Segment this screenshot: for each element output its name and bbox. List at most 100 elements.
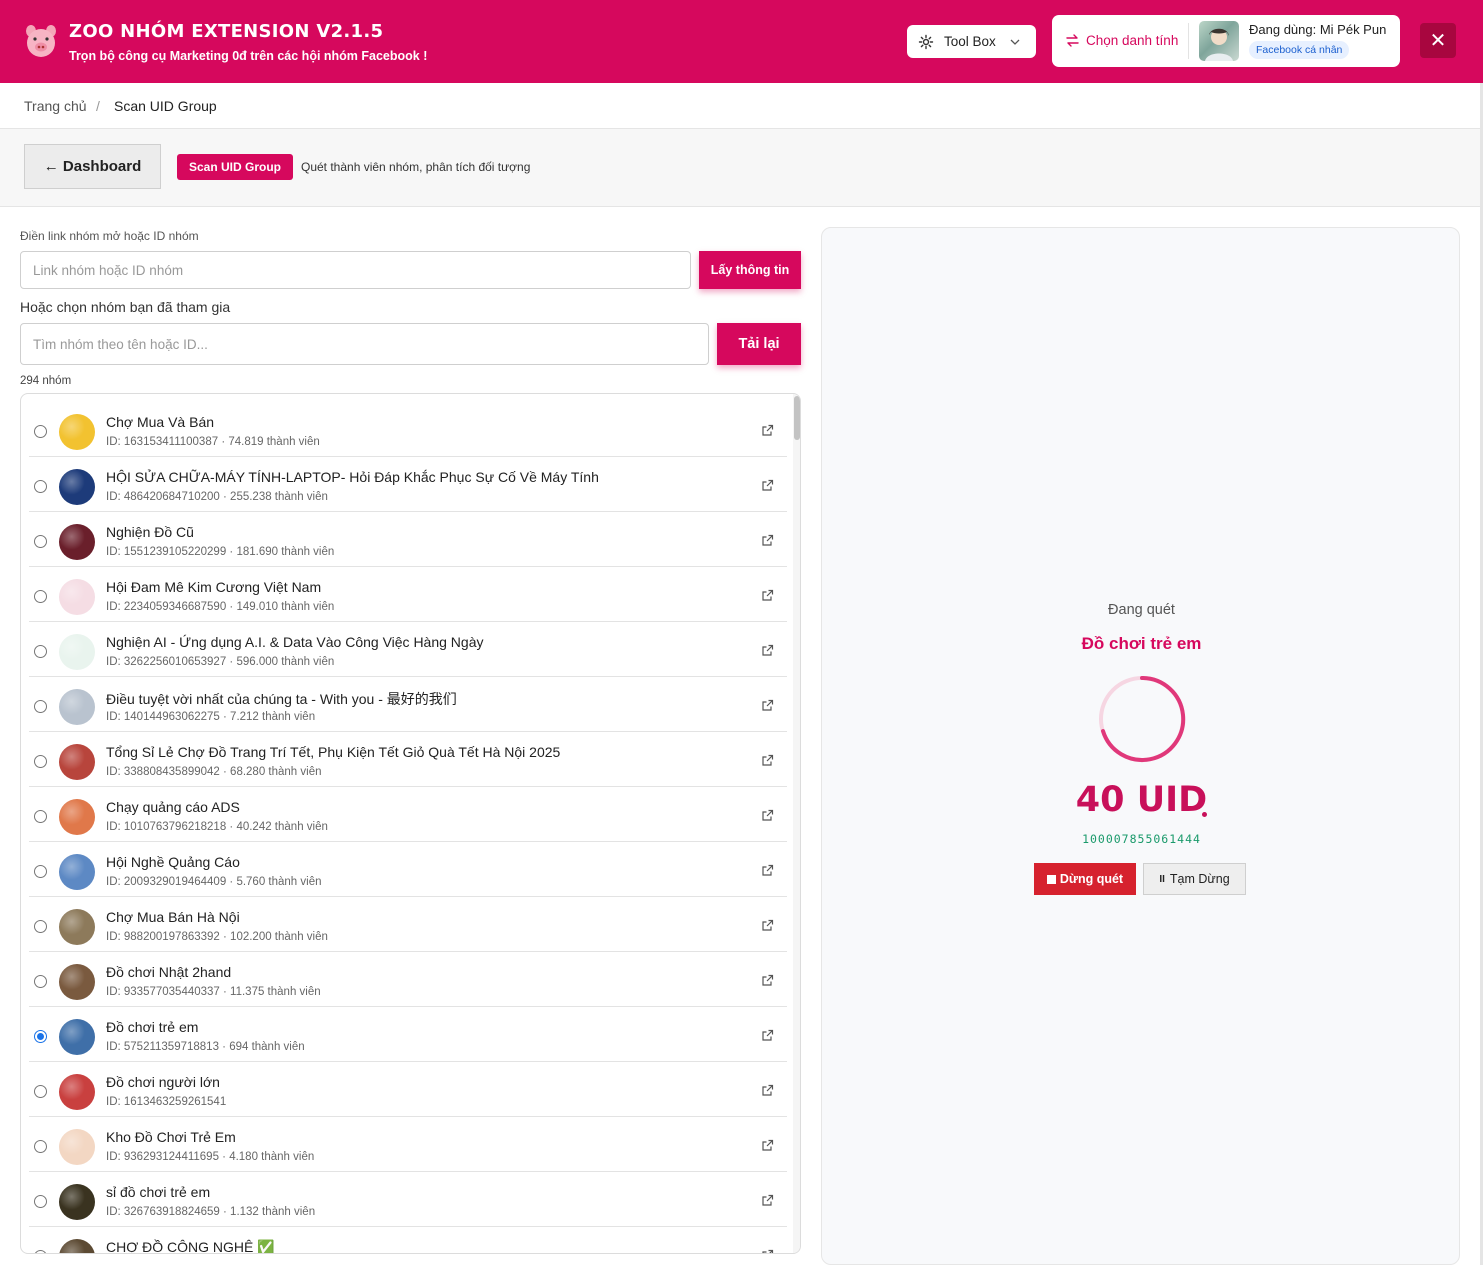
breadcrumb: Trang chủ / Scan UID Group (0, 83, 1480, 129)
group-row[interactable]: Đồ chơi Nhật 2hand ID: 933577035440337 · … (29, 952, 787, 1007)
group-radio[interactable] (34, 535, 47, 548)
group-row[interactable]: Kho Đồ Chơi Trẻ Em ID: 936293124411695 · … (29, 1117, 787, 1172)
group-name: Hội Nghề Quảng Cáo (106, 854, 240, 870)
group-row[interactable]: Chợ Mua Bán Hà Nội ID: 988200197863392 · … (29, 897, 787, 952)
current-user: Đang dùng: Mi Pék Pun (1249, 22, 1387, 37)
group-name: Chợ Mua Và Bán (106, 414, 215, 430)
external-link-icon[interactable] (761, 479, 774, 492)
group-name: Nghiện AI - Ứng dụng A.I. & Data Vào Côn… (106, 634, 484, 650)
external-link-icon[interactable] (761, 1249, 774, 1254)
group-link-input[interactable]: Link nhóm hoặc ID nhóm (20, 251, 691, 289)
group-meta: ID: 1551239105220299 · 181.690 thành viê… (106, 546, 335, 558)
external-link-icon[interactable] (761, 809, 774, 822)
swap-icon (1066, 34, 1079, 47)
group-radio[interactable] (34, 645, 47, 658)
group-row[interactable]: Đồ chơi người lớn ID: 1613463259261541 (29, 1062, 787, 1117)
group-search-placeholder: Tìm nhóm theo tên hoặc ID... (33, 336, 208, 352)
group-name: Đồ chơi trẻ em (106, 1019, 199, 1035)
scrollbar[interactable] (793, 394, 800, 1253)
group-radio[interactable] (34, 755, 47, 768)
group-row[interactable]: Chạy quảng cáo ADS ID: 1010763796218218 ·… (29, 787, 787, 842)
group-meta: ID: 326763918824659 · 1.132 thành viên (106, 1206, 316, 1218)
group-row[interactable]: Chợ Mua Và Bán ID: 163153411100387 · 74.8… (29, 402, 787, 457)
group-row[interactable]: CHỢ ĐỒ CÔNG NGHỆ ✅ (29, 1227, 787, 1254)
group-avatar (59, 524, 95, 560)
external-link-icon[interactable] (761, 699, 774, 712)
group-avatar (59, 854, 95, 890)
choose-identity-button[interactable]: Chọn danh tính (1086, 33, 1178, 48)
page-tag: Scan UID Group (177, 154, 294, 180)
reload-button[interactable]: Tải lại (717, 323, 801, 365)
group-radio[interactable] (34, 590, 47, 603)
external-link-icon[interactable] (761, 589, 774, 602)
group-meta: ID: 2009329019464409 · 5.760 thành viên (106, 876, 322, 888)
external-link-icon[interactable] (761, 1139, 774, 1152)
dashboard-back-button[interactable]: ← Dashboard (24, 144, 161, 189)
group-search-input[interactable]: Tìm nhóm theo tên hoặc ID... (20, 323, 709, 365)
group-row[interactable]: Tổng Sỉ Lẻ Chợ Đồ Trang Trí Tết, Phụ Kiệ… (29, 732, 787, 787)
group-row[interactable]: Hội Đam Mê Kim Cương Việt Nam ID: 2234059… (29, 567, 787, 622)
group-row[interactable]: Hội Nghề Quảng Cáo ID: 2009329019464409 ·… (29, 842, 787, 897)
group-list[interactable]: Chợ Mua Và Bán ID: 163153411100387 · 74.8… (20, 393, 801, 1254)
group-radio[interactable] (34, 1195, 47, 1208)
group-avatar (59, 1239, 95, 1253)
pause-scan-label: Tạm Dừng (1169, 872, 1230, 886)
group-row[interactable]: sỉ đồ chơi trẻ em ID: 326763918824659 · 1… (29, 1172, 787, 1227)
gear-icon (918, 34, 934, 49)
group-radio[interactable] (34, 425, 47, 438)
app-subtitle: Trọn bộ công cụ Marketing 0đ trên các hộ… (69, 49, 428, 63)
pause-icon: II (1159, 873, 1165, 885)
group-radio[interactable] (34, 975, 47, 988)
chevron-down-icon (1010, 39, 1020, 45)
group-radio[interactable] (34, 1250, 47, 1253)
progress-dot (1202, 812, 1207, 817)
group-name: Chạy quảng cáo ADS (106, 799, 240, 815)
group-radio[interactable] (34, 700, 47, 713)
external-link-icon[interactable] (761, 1084, 774, 1097)
group-row[interactable]: Nghiện Đồ Cũ ID: 1551239105220299 · 181.6… (29, 512, 787, 567)
group-radio[interactable] (34, 1030, 47, 1043)
group-meta: ID: 140144963062275 · 7.212 thành viên (106, 711, 316, 723)
divider (1188, 23, 1189, 59)
external-link-icon[interactable] (761, 864, 774, 877)
group-meta: ID: 3262256010653927 · 596.000 thành viê… (106, 656, 335, 668)
pause-scan-button[interactable]: II Tạm Dừng (1143, 863, 1246, 895)
toolbox-dropdown[interactable]: Tool Box (907, 25, 1036, 58)
close-button[interactable]: ✕ (1420, 23, 1456, 58)
group-row[interactable]: Nghiện AI - Ứng dụng A.I. & Data Vào Côn… (29, 622, 787, 677)
stop-scan-button[interactable]: Dừng quét (1034, 863, 1136, 895)
group-row[interactable]: Đồ chơi trẻ em ID: 575211359718813 · 694 … (29, 1007, 787, 1062)
scrollbar-thumb[interactable] (794, 396, 800, 440)
external-link-icon[interactable] (761, 1194, 774, 1207)
page-description: Quét thành viên nhóm, phân tích đối tượn… (301, 160, 531, 174)
breadcrumb-home[interactable]: Trang chủ (24, 98, 87, 114)
group-name: Điều tuyệt vời nhất của chúng ta - With … (106, 691, 457, 707)
group-radio[interactable] (34, 1085, 47, 1098)
external-link-icon[interactable] (761, 1029, 774, 1042)
external-link-icon[interactable] (761, 974, 774, 987)
group-radio[interactable] (34, 865, 47, 878)
group-row[interactable]: Điều tuyệt vời nhất của chúng ta - With … (29, 677, 787, 732)
group-avatar (59, 689, 95, 725)
external-link-icon[interactable] (761, 424, 774, 437)
group-radio[interactable] (34, 810, 47, 823)
group-row[interactable]: HỘI SỬA CHỮA-MÁY TÍNH-LAPTOP- Hỏi Đáp Kh… (29, 457, 787, 512)
group-radio[interactable] (34, 1140, 47, 1153)
account-type-badge: Facebook cá nhân (1249, 41, 1350, 59)
external-link-icon[interactable] (761, 644, 774, 657)
group-radio[interactable] (34, 920, 47, 933)
group-radio[interactable] (34, 480, 47, 493)
group-name: Tổng Sỉ Lẻ Chợ Đồ Trang Trí Tết, Phụ Kiệ… (106, 744, 561, 760)
get-info-button[interactable]: Lấy thông tin (699, 251, 801, 289)
group-avatar (59, 414, 95, 450)
group-link-placeholder: Link nhóm hoặc ID nhóm (33, 262, 184, 278)
pig-icon (26, 25, 56, 57)
stop-scan-label: Dừng quét (1059, 872, 1124, 886)
external-link-icon[interactable] (761, 754, 774, 767)
group-avatar (59, 579, 95, 615)
group-meta: ID: 338808435899042 · 68.280 thành viên (106, 766, 322, 778)
external-link-icon[interactable] (761, 534, 774, 547)
external-link-icon[interactable] (761, 919, 774, 932)
top-bar: ZOO NHÓM EXTENSION V2.1.5 Trọn bộ công c… (0, 0, 1483, 83)
group-name: Nghiện Đồ Cũ (106, 524, 194, 540)
